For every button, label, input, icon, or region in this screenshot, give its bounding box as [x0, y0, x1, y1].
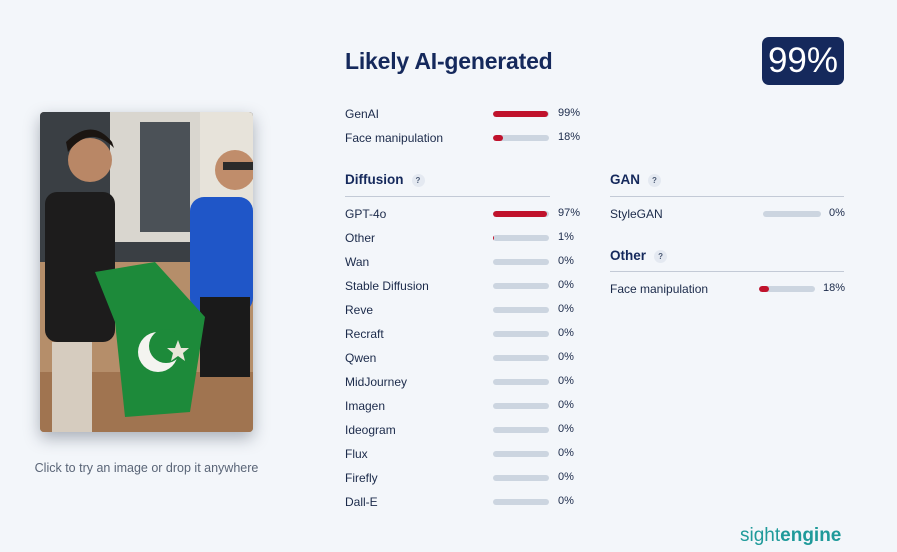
score-row: Wan 0%	[345, 252, 598, 272]
score-label: Face manipulation	[610, 282, 709, 296]
score-bar-fill	[759, 286, 770, 292]
score-bar	[493, 111, 549, 117]
score-percent: 0%	[558, 303, 574, 315]
score-label: Wan	[345, 255, 370, 269]
score-percent: 99%	[558, 107, 581, 119]
score-bar	[493, 499, 549, 505]
score-label: MidJourney	[345, 375, 408, 389]
score-row: Ideogram 0%	[345, 420, 598, 440]
score-label: Recraft	[345, 327, 384, 341]
divider	[610, 196, 844, 197]
score-bar	[493, 135, 549, 141]
score-row: GenAI 99%	[345, 104, 598, 124]
score-percent: 0%	[558, 447, 574, 459]
score-row: GPT-4o 97%	[345, 204, 598, 224]
score-bar	[493, 307, 549, 313]
help-icon[interactable]: ?	[648, 173, 661, 187]
score-bar	[493, 475, 549, 481]
score-row: Imagen 0%	[345, 396, 598, 416]
score-bar	[493, 283, 549, 289]
score-bar-fill	[493, 111, 549, 117]
divider	[345, 196, 550, 197]
section-title-other-text: Other	[610, 248, 647, 263]
section-title-gan: GAN?	[610, 172, 661, 187]
score-label: Reve	[345, 303, 374, 317]
score-label: Flux	[345, 447, 368, 461]
uploaded-image[interactable]	[40, 112, 253, 432]
score-percent: 0%	[558, 399, 574, 411]
score-row: Dall-E 0%	[345, 492, 598, 512]
score-row: StyleGAN 0%	[610, 204, 869, 224]
score-percent: 0%	[829, 207, 845, 219]
brand-logo-part1: sight	[740, 525, 781, 546]
score-bar	[493, 211, 549, 217]
score-row: MidJourney 0%	[345, 372, 598, 392]
score-percent: 97%	[558, 207, 581, 219]
score-bar	[493, 235, 549, 241]
score-row: Other 1%	[345, 228, 598, 248]
brand-logo-part2: engine	[780, 525, 842, 546]
section-title-gan-text: GAN	[610, 172, 640, 187]
score-label: GenAI	[345, 107, 380, 121]
score-label: Dall-E	[345, 495, 378, 509]
score-percent: 0%	[558, 495, 574, 507]
score-bar	[493, 379, 549, 385]
score-row: Stable Diffusion 0%	[345, 276, 598, 296]
score-label: Stable Diffusion	[345, 279, 429, 293]
score-row: Flux 0%	[345, 444, 598, 464]
section-title-other: Other?	[610, 248, 668, 263]
score-percent: 0%	[558, 471, 574, 483]
score-percent: 0%	[558, 279, 574, 291]
score-bar	[759, 286, 815, 292]
photo-illustration	[40, 112, 253, 432]
score-label: Ideogram	[345, 423, 396, 437]
score-row: Qwen 0%	[345, 348, 598, 368]
help-icon[interactable]: ?	[411, 173, 425, 187]
score-bar	[763, 211, 821, 217]
score-percent: 18%	[558, 131, 581, 143]
score-bar	[493, 331, 549, 337]
score-row: Reve 0%	[345, 300, 598, 320]
score-bar	[493, 403, 549, 409]
score-badge: 99%	[762, 37, 844, 85]
score-bar-fill	[493, 135, 504, 141]
score-percent: 18%	[823, 282, 846, 294]
score-percent: 0%	[558, 375, 574, 387]
score-label: StyleGAN	[610, 207, 663, 221]
score-bar-fill	[493, 211, 548, 217]
verdict-title: Likely AI-generated	[345, 48, 553, 74]
section-title-diffusion: Diffusion?	[345, 172, 425, 187]
section-title-diffusion-text: Diffusion	[345, 172, 404, 187]
score-percent: 0%	[558, 255, 574, 267]
score-percent: 1%	[558, 231, 574, 243]
divider	[610, 271, 844, 272]
score-label: Imagen	[345, 399, 386, 413]
score-row: Face manipulation 18%	[345, 128, 598, 148]
score-bar	[493, 451, 549, 457]
upload-hint[interactable]: Click to try an image or drop it anywher…	[0, 461, 293, 475]
score-label: Firefly	[345, 471, 378, 485]
score-bar-fill	[493, 235, 494, 241]
brand-logo[interactable]: sightengine	[740, 525, 841, 547]
score-percent: 0%	[558, 351, 574, 363]
score-percent: 0%	[558, 327, 574, 339]
score-row: Face manipulation 18%	[610, 279, 863, 299]
score-label: Other	[345, 231, 376, 245]
help-icon[interactable]: ?	[654, 249, 668, 263]
score-label: GPT-4o	[345, 207, 387, 221]
score-bar	[493, 259, 549, 265]
score-row: Firefly 0%	[345, 468, 598, 488]
score-bar	[493, 355, 549, 361]
score-bar	[493, 427, 549, 433]
score-label: Qwen	[345, 351, 377, 365]
score-percent: 0%	[558, 423, 574, 435]
score-label: Face manipulation	[345, 131, 444, 145]
score-row: Recraft 0%	[345, 324, 598, 344]
